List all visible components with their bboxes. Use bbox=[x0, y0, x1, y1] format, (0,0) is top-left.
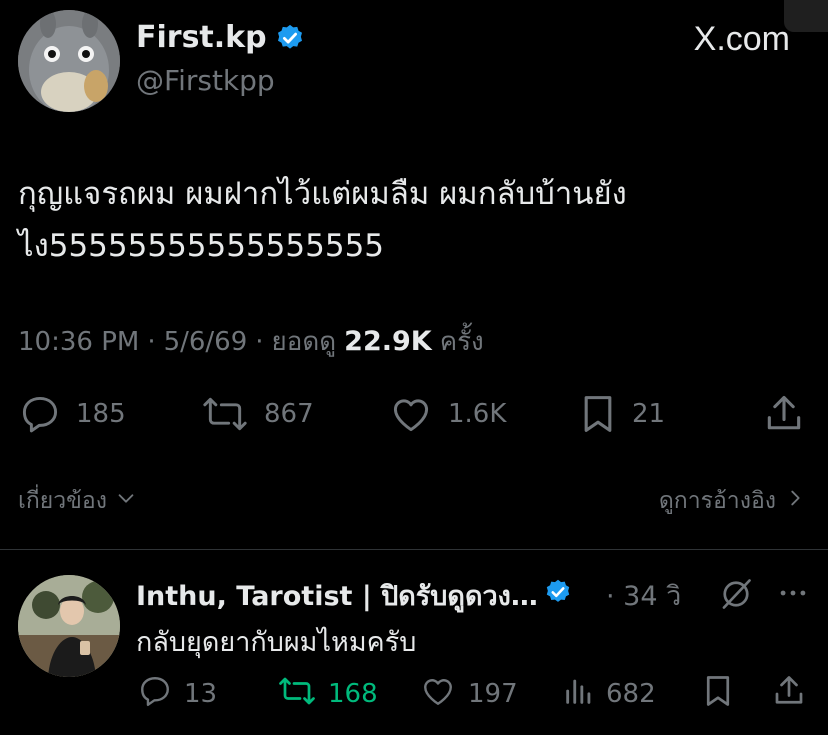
reply-author-name[interactable]: Inthu, Tarotist | ปิดรับดูดวง… bbox=[136, 574, 572, 617]
share-icon bbox=[770, 673, 808, 716]
tweet-text-line-1: กุญแจรถผม ผมฝากไว้แต่ผมลืม ผมกลับบ้านยัง bbox=[18, 176, 627, 212]
like-count: 1.6K bbox=[448, 399, 507, 429]
tweet-date[interactable]: 5/6/69 bbox=[164, 327, 248, 357]
view-quotes-link[interactable]: ดูการอ้างอิง bbox=[659, 483, 806, 519]
view-quotes-label: ดูการอ้างอิง bbox=[658, 488, 776, 514]
verified-badge-icon bbox=[275, 23, 305, 53]
like-icon bbox=[388, 392, 434, 436]
reply-like-count: 197 bbox=[468, 679, 518, 709]
author-avatar[interactable] bbox=[18, 10, 120, 112]
views-icon bbox=[562, 673, 596, 716]
reply-share-button[interactable] bbox=[770, 675, 808, 712]
bookmark-icon bbox=[700, 673, 736, 716]
reply-views-count: 682 bbox=[606, 679, 656, 709]
author-handle[interactable]: @Firstkpp bbox=[136, 64, 275, 97]
more-icon[interactable] bbox=[776, 576, 810, 614]
divider bbox=[0, 549, 828, 550]
views-count: 22.9K bbox=[344, 326, 432, 357]
grok-icon[interactable] bbox=[716, 576, 756, 616]
retweet-icon bbox=[276, 673, 318, 716]
reply-count: 185 bbox=[76, 399, 126, 429]
views-suffix: ครั้ง bbox=[439, 327, 484, 357]
reply-retweet-button[interactable]: 168 bbox=[276, 676, 378, 712]
tweet-text: กุญแจรถผม ผมฝากไว้แต่ผมลืม ผมกลับบ้านยัง… bbox=[18, 168, 808, 272]
retweet-count: 867 bbox=[264, 399, 314, 429]
reply-icon bbox=[136, 673, 174, 716]
related-link[interactable]: เกี่ยวข้อง bbox=[18, 483, 137, 519]
verified-badge-icon bbox=[544, 578, 572, 613]
reply-views-button[interactable]: 682 bbox=[562, 676, 656, 712]
bookmark-count: 21 bbox=[632, 399, 666, 429]
reply-text: กลับยุดยากับผมไหมครับ bbox=[136, 627, 417, 658]
reply-retweet-count: 168 bbox=[328, 679, 378, 709]
like-button[interactable]: 1.6K bbox=[388, 392, 506, 436]
retweet-icon bbox=[200, 392, 250, 436]
reply-button[interactable]: 185 bbox=[18, 392, 126, 436]
related-label: เกี่ยวข้อง bbox=[18, 488, 107, 514]
x-logo-icon: X.com bbox=[693, 20, 790, 58]
chevron-right-icon bbox=[784, 487, 806, 515]
reply-time[interactable]: · 34 วิ bbox=[606, 574, 681, 617]
share-icon bbox=[762, 392, 806, 436]
reply-reply-button[interactable]: 13 bbox=[136, 676, 217, 712]
tweet-time[interactable]: 10:36 PM bbox=[18, 327, 139, 357]
reply-reply-count: 13 bbox=[184, 679, 218, 709]
reply-bookmark-button[interactable] bbox=[700, 675, 736, 712]
author-name-text[interactable]: First.kp bbox=[136, 20, 267, 55]
meta-separator: · bbox=[147, 327, 156, 357]
chevron-down-icon bbox=[115, 487, 137, 515]
meta-separator: · bbox=[255, 327, 264, 357]
corner-overlay bbox=[784, 0, 828, 32]
share-button[interactable] bbox=[762, 392, 806, 436]
like-icon bbox=[418, 673, 458, 716]
reply-icon bbox=[18, 392, 62, 436]
tweet-meta: 10:36 PM · 5/6/69 · ยอดดู 22.9K ครั้ง bbox=[18, 321, 484, 362]
author-name[interactable]: First.kp bbox=[136, 20, 305, 55]
retweet-button[interactable]: 867 bbox=[200, 392, 314, 436]
bookmark-icon bbox=[578, 392, 618, 436]
tweet-text-line-2: ไง55555555555555555 bbox=[18, 228, 385, 264]
reply-like-button[interactable]: 197 bbox=[418, 676, 518, 712]
bookmark-button[interactable]: 21 bbox=[578, 392, 665, 436]
reply-author-avatar[interactable] bbox=[18, 575, 120, 677]
views-label: ยอดดู bbox=[271, 327, 337, 357]
reply-author-name-text[interactable]: Inthu, Tarotist | ปิดรับดูดวง… bbox=[136, 574, 538, 617]
